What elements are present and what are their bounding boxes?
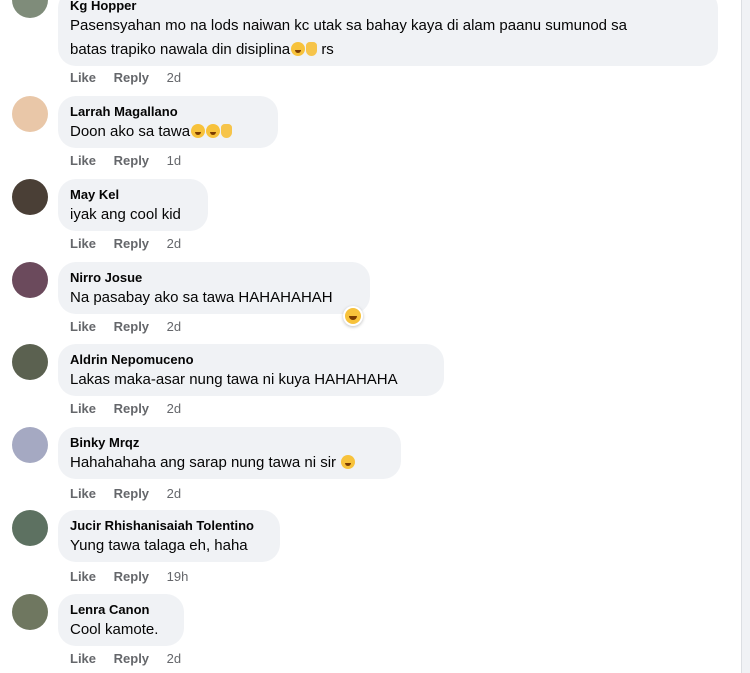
reply-button[interactable]: Reply	[114, 569, 149, 584]
like-button[interactable]: Like	[70, 401, 96, 416]
avatar[interactable]	[12, 510, 48, 546]
timestamp[interactable]: 2d	[167, 486, 181, 501]
comment-author[interactable]: Jucir Rhishanisaiah Tolentino	[70, 518, 268, 534]
comment-bubble: May Kel iyak ang cool kid	[58, 179, 208, 231]
comment-bubble: Kg Hopper Pasensyahan mo na lods naiwan …	[58, 0, 718, 66]
like-button[interactable]: Like	[70, 236, 96, 251]
comment-actions: Like Reply 19h	[70, 569, 202, 584]
ok-hand-emoji-icon	[221, 124, 233, 138]
comment-actions: Like Reply 1d	[70, 153, 195, 168]
comment-text: Cool kamote.	[70, 621, 159, 638]
comment-text: Yung tawa talaga eh, haha	[70, 537, 248, 554]
like-button[interactable]: Like	[70, 651, 96, 666]
comment-text: Na pasabay ako sa tawa HAHAHAHAH	[70, 289, 333, 306]
comment-author[interactable]: Kg Hopper	[70, 0, 706, 14]
timestamp[interactable]: 2d	[167, 401, 181, 416]
comment-bubble: Larrah Magallano Doon ako sa tawa	[58, 96, 278, 148]
reply-button[interactable]: Reply	[114, 70, 149, 85]
reply-button[interactable]: Reply	[114, 651, 149, 666]
reply-button[interactable]: Reply	[114, 153, 149, 168]
avatar[interactable]	[12, 344, 48, 380]
haha-reaction-icon[interactable]	[343, 306, 363, 326]
comment-text: Doon ako sa tawa	[70, 122, 266, 142]
timestamp[interactable]: 2d	[167, 236, 181, 251]
comment-text: Pasensyahan mo na lods naiwan kc utak sa…	[70, 16, 706, 36]
comment-text: iyak ang cool kid	[70, 206, 181, 223]
comment-bubble: Jucir Rhishanisaiah Tolentino Yung tawa …	[58, 510, 280, 562]
comment-actions: Like Reply 2d	[70, 651, 195, 666]
avatar[interactable]	[12, 96, 48, 132]
comment-author[interactable]: Nirro Josue	[70, 270, 358, 286]
timestamp[interactable]: 19h	[167, 569, 189, 584]
like-button[interactable]: Like	[70, 70, 96, 85]
avatar[interactable]	[12, 427, 48, 463]
reply-button[interactable]: Reply	[114, 401, 149, 416]
rolling-laughing-emoji-icon	[291, 42, 306, 56]
victory-hand-emoji-icon	[306, 42, 318, 56]
avatar[interactable]	[12, 0, 48, 18]
comment-bubble: Binky Mrqz Hahahahaha ang sarap nung taw…	[58, 427, 401, 479]
comment-bubble: Lenra Canon Cool kamote.	[58, 594, 184, 646]
comment-author[interactable]: Aldrin Nepomuceno	[70, 352, 432, 368]
comment-text: batas trapiko nawala din disiplina rs	[70, 40, 706, 60]
comment-bubble: Aldrin Nepomuceno Lakas maka-asar nung t…	[58, 344, 444, 396]
comment-actions: Like Reply 2d	[70, 236, 195, 251]
comment-actions: Like Reply 2d	[70, 319, 195, 334]
reply-button[interactable]: Reply	[114, 236, 149, 251]
comment-author[interactable]: Larrah Magallano	[70, 104, 266, 120]
comment-author[interactable]: May Kel	[70, 187, 196, 203]
timestamp[interactable]: 1d	[167, 153, 181, 168]
rolling-laughing-emoji-icon	[341, 455, 356, 469]
like-button[interactable]: Like	[70, 319, 96, 334]
laughing-face-icon	[345, 308, 361, 324]
comment-actions: Like Reply 2d	[70, 70, 195, 85]
avatar[interactable]	[12, 594, 48, 630]
comment-text-line-2: batas trapiko nawala din disiplina	[70, 41, 291, 58]
reply-button[interactable]: Reply	[114, 319, 149, 334]
like-button[interactable]: Like	[70, 486, 96, 501]
scroll-edge	[741, 0, 750, 673]
timestamp[interactable]: 2d	[167, 70, 181, 85]
comment-text-body: Doon ako sa tawa	[70, 123, 191, 140]
timestamp[interactable]: 2d	[167, 319, 181, 334]
comment-text: Lakas maka-asar nung tawa ni kuya HAHAHA…	[70, 371, 398, 388]
comment-text-body: Hahahahaha ang sarap nung tawa ni sir	[70, 454, 337, 471]
comment-bubble: Nirro Josue Na pasabay ako sa tawa HAHAH…	[58, 262, 370, 314]
grimacing-emoji-icon	[206, 124, 221, 138]
comment-actions: Like Reply 2d	[70, 486, 195, 501]
timestamp[interactable]: 2d	[167, 651, 181, 666]
avatar[interactable]	[12, 262, 48, 298]
grinning-emoji-icon	[191, 124, 206, 138]
comment-text: Hahahahaha ang sarap nung tawa ni sir	[70, 453, 389, 473]
like-button[interactable]: Like	[70, 153, 96, 168]
reply-button[interactable]: Reply	[114, 486, 149, 501]
comment-text-line-1: Pasensyahan mo na lods naiwan kc utak sa…	[70, 17, 628, 34]
like-button[interactable]: Like	[70, 569, 96, 584]
comment-actions: Like Reply 2d	[70, 401, 195, 416]
comment-author[interactable]: Lenra Canon	[70, 602, 172, 618]
comment-text-suffix: rs	[321, 41, 334, 58]
comment-author[interactable]: Binky Mrqz	[70, 435, 389, 451]
avatar[interactable]	[12, 179, 48, 215]
